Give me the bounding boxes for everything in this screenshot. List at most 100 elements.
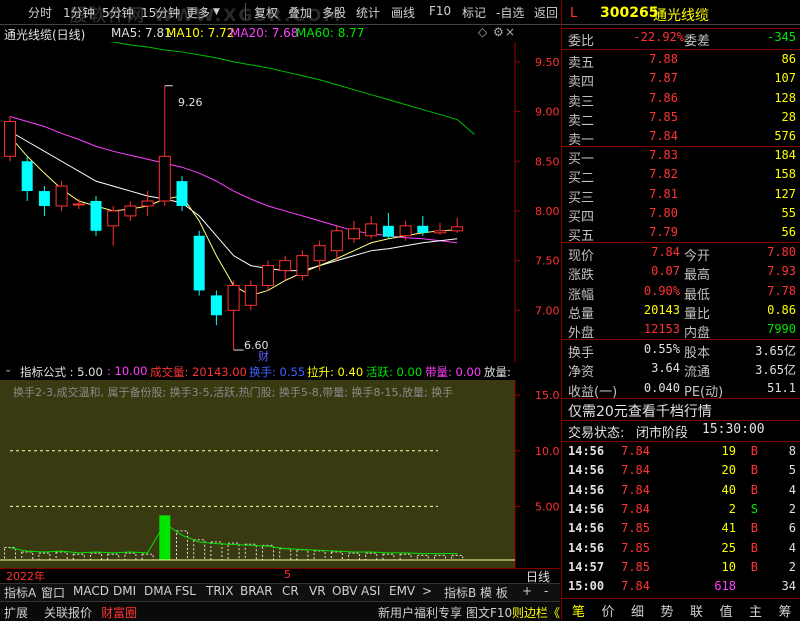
candle-body <box>210 295 222 316</box>
indicator-tab-7[interactable]: BRAR <box>240 584 273 598</box>
candle-body <box>382 225 394 237</box>
chart-title-bar: 通光线缆(日线) MA5: 7.81 MA10: 7.72 MA20: 7.68… <box>0 24 515 42</box>
kline-svg[interactable]: 9.50 9.00 8.50 8.00 7.50 7.00 <box>0 26 560 362</box>
sell-row[interactable]: 卖三 7.86 128 <box>566 90 798 110</box>
sell-volume: 107 <box>774 71 796 86</box>
ext-tab-2[interactable]: 财富圈 <box>101 604 137 621</box>
right-tab-5[interactable]: 值 <box>720 601 733 620</box>
candle <box>348 220 360 243</box>
right-tab-1[interactable]: 价 <box>602 601 615 620</box>
diamond-icon[interactable]: ◇ <box>478 25 487 39</box>
scroll-right-icon[interactable]: > <box>422 584 432 598</box>
indicator-tab-3[interactable]: DMI <box>113 584 136 598</box>
stat-label2: 流通 <box>684 365 711 381</box>
ext-tab-1[interactable]: 关联报价 <box>44 604 92 621</box>
buy-row[interactable]: 买五 7.79 56 <box>566 224 798 244</box>
indicator-tab-11[interactable]: ASI <box>361 584 380 598</box>
toolbar-duogu[interactable]: 多股 <box>322 4 346 21</box>
tick-time: 14:56 <box>568 521 605 536</box>
stat-label: 换手 <box>568 346 595 361</box>
buy-row[interactable]: 买四 7.80 55 <box>566 205 798 225</box>
sell-row[interactable]: 卖一 7.84 576 <box>566 128 798 148</box>
ext-tab-0[interactable]: 扩展 <box>4 604 28 621</box>
candle <box>38 186 50 216</box>
indicator-tab-1[interactable]: 窗口 <box>41 584 65 601</box>
quote-row: 现价 7.84 今开 7.80 <box>566 244 798 264</box>
toolbar-1min[interactable]: 1分钟 <box>63 4 95 21</box>
indicator-tab-8[interactable]: CR <box>282 584 299 598</box>
quote-label: 外盘 <box>568 326 595 342</box>
toolbar-more[interactable]: 更多 <box>186 4 210 21</box>
stat-value2: 3.65亿 <box>755 363 796 378</box>
indicator-tab-0[interactable]: 指标A <box>4 584 36 601</box>
close-icon[interactable]: × <box>505 25 515 39</box>
ext-right-tab-2[interactable]: 则边栏《 <box>512 604 560 621</box>
right-tab-2[interactable]: 细 <box>631 601 644 620</box>
right-tab-3[interactable]: 势 <box>661 601 674 620</box>
buy-volume: 55 <box>781 205 796 220</box>
sell-row[interactable]: 卖五 7.88 86 <box>566 51 798 71</box>
sell-row[interactable]: 卖四 7.87 107 <box>566 70 798 90</box>
right-tab-4[interactable]: 联 <box>690 601 703 620</box>
indicator-tab-12[interactable]: EMV <box>389 584 415 598</box>
right-tab-6[interactable]: 主 <box>749 601 762 620</box>
stat-value: 3.64 <box>651 361 680 376</box>
indicator-tab-5[interactable]: FSL <box>175 584 196 598</box>
toolbar-fuquan[interactable]: 复权 <box>254 4 278 21</box>
buy-row[interactable]: 买三 7.81 127 <box>566 186 798 206</box>
y-tick-label: 8.50 <box>535 155 560 168</box>
indicator-tab-6[interactable]: TRIX <box>206 584 233 598</box>
indicator-chart[interactable]: 15.00 10.00 5.00 换手2-3,成交温和, 属于备份股; 换手3-5,… <box>0 380 567 568</box>
indicator-right-tab-0[interactable]: 指标B <box>444 584 476 601</box>
right-tab-7[interactable]: 筹 <box>779 601 792 620</box>
tick-count: 5 <box>788 463 796 478</box>
toolbar-biaoji[interactable]: 标记 <box>462 4 486 21</box>
tick-time: 14:56 <box>568 463 605 478</box>
high-annotation: 9.26 <box>178 96 203 109</box>
indicator-tab-10[interactable]: OBV <box>332 584 358 598</box>
buy-row[interactable]: 买二 7.82 158 <box>566 166 798 186</box>
toolbar-f10[interactable]: F10 <box>429 4 451 18</box>
indicator-right-tab-1[interactable]: 模 板 <box>480 584 508 601</box>
tick-count: 4 <box>788 540 796 555</box>
toolbar-fenshi[interactable]: 分时 <box>28 4 52 21</box>
indicator-tab-4[interactable]: DMA <box>144 584 172 598</box>
toolbar-back[interactable]: 返回 <box>534 4 558 21</box>
candle <box>262 260 274 291</box>
kline-chart[interactable]: 9.50 9.00 8.50 8.00 7.50 7.00 9.26 6.60 财 <box>0 26 560 363</box>
stat-label: 收益(一) <box>568 384 618 400</box>
right-tab-0[interactable]: 笔 <box>572 601 585 620</box>
y-tick-label: 7.00 <box>535 304 560 317</box>
candle-body <box>348 228 360 240</box>
candle-body <box>38 191 50 206</box>
quote-value: 7.84 <box>651 245 680 259</box>
buy-row[interactable]: 买一 7.83 184 <box>566 147 798 167</box>
y-tick-label: 9.00 <box>535 106 560 119</box>
indicator-svg[interactable]: 15.00 10.00 5.00 <box>0 380 567 568</box>
toolbar-huaxian[interactable]: 画线 <box>391 4 415 21</box>
toolbar-zixuan[interactable]: -自选 <box>496 4 524 21</box>
stat-row: 净资 3.64 流通 3.65亿 <box>566 360 798 381</box>
ext-right-tab-0[interactable]: 新用户福利专享 <box>378 604 462 621</box>
indicator-tab-2[interactable]: MACD <box>73 584 109 598</box>
settings-icon[interactable]: ⚙ <box>493 25 504 39</box>
indicator-formula[interactable]: 指标公式 : 5.00 <box>20 364 103 380</box>
toolbar-diejia[interactable]: 叠加 <box>288 4 312 21</box>
indicator-tab-9[interactable]: VR <box>309 584 326 598</box>
tick-time: 14:56 <box>568 444 605 458</box>
indicator-header: ⌄ 指标公式 : 5.00 : 10.00 成交量: 20143.00 换手: … <box>0 362 515 380</box>
chevron-down-icon[interactable]: ▼ <box>213 7 220 17</box>
promo-text[interactable]: 仅需20元查看千档行情 <box>568 401 712 421</box>
toolbar-15min[interactable]: 15分钟 <box>141 4 180 21</box>
toolbar-tongji[interactable]: 统计 <box>356 4 380 21</box>
tick-side: B <box>750 482 758 497</box>
indicator-right-tab-2[interactable]: + <box>522 584 532 598</box>
tick-count: 2 <box>788 559 796 574</box>
toolbar-5min[interactable]: 5分钟 <box>102 4 134 21</box>
sell-row[interactable]: 卖二 7.85 28 <box>566 109 798 129</box>
ext-right-tab-1[interactable]: 图文F10 <box>466 604 512 621</box>
quote-label2: 内盘 <box>684 326 711 342</box>
tick-volume: 20 <box>721 463 736 478</box>
chevron-down-icon[interactable]: ⌄ <box>4 364 12 375</box>
indicator-right-tab-3[interactable]: - <box>544 584 548 598</box>
